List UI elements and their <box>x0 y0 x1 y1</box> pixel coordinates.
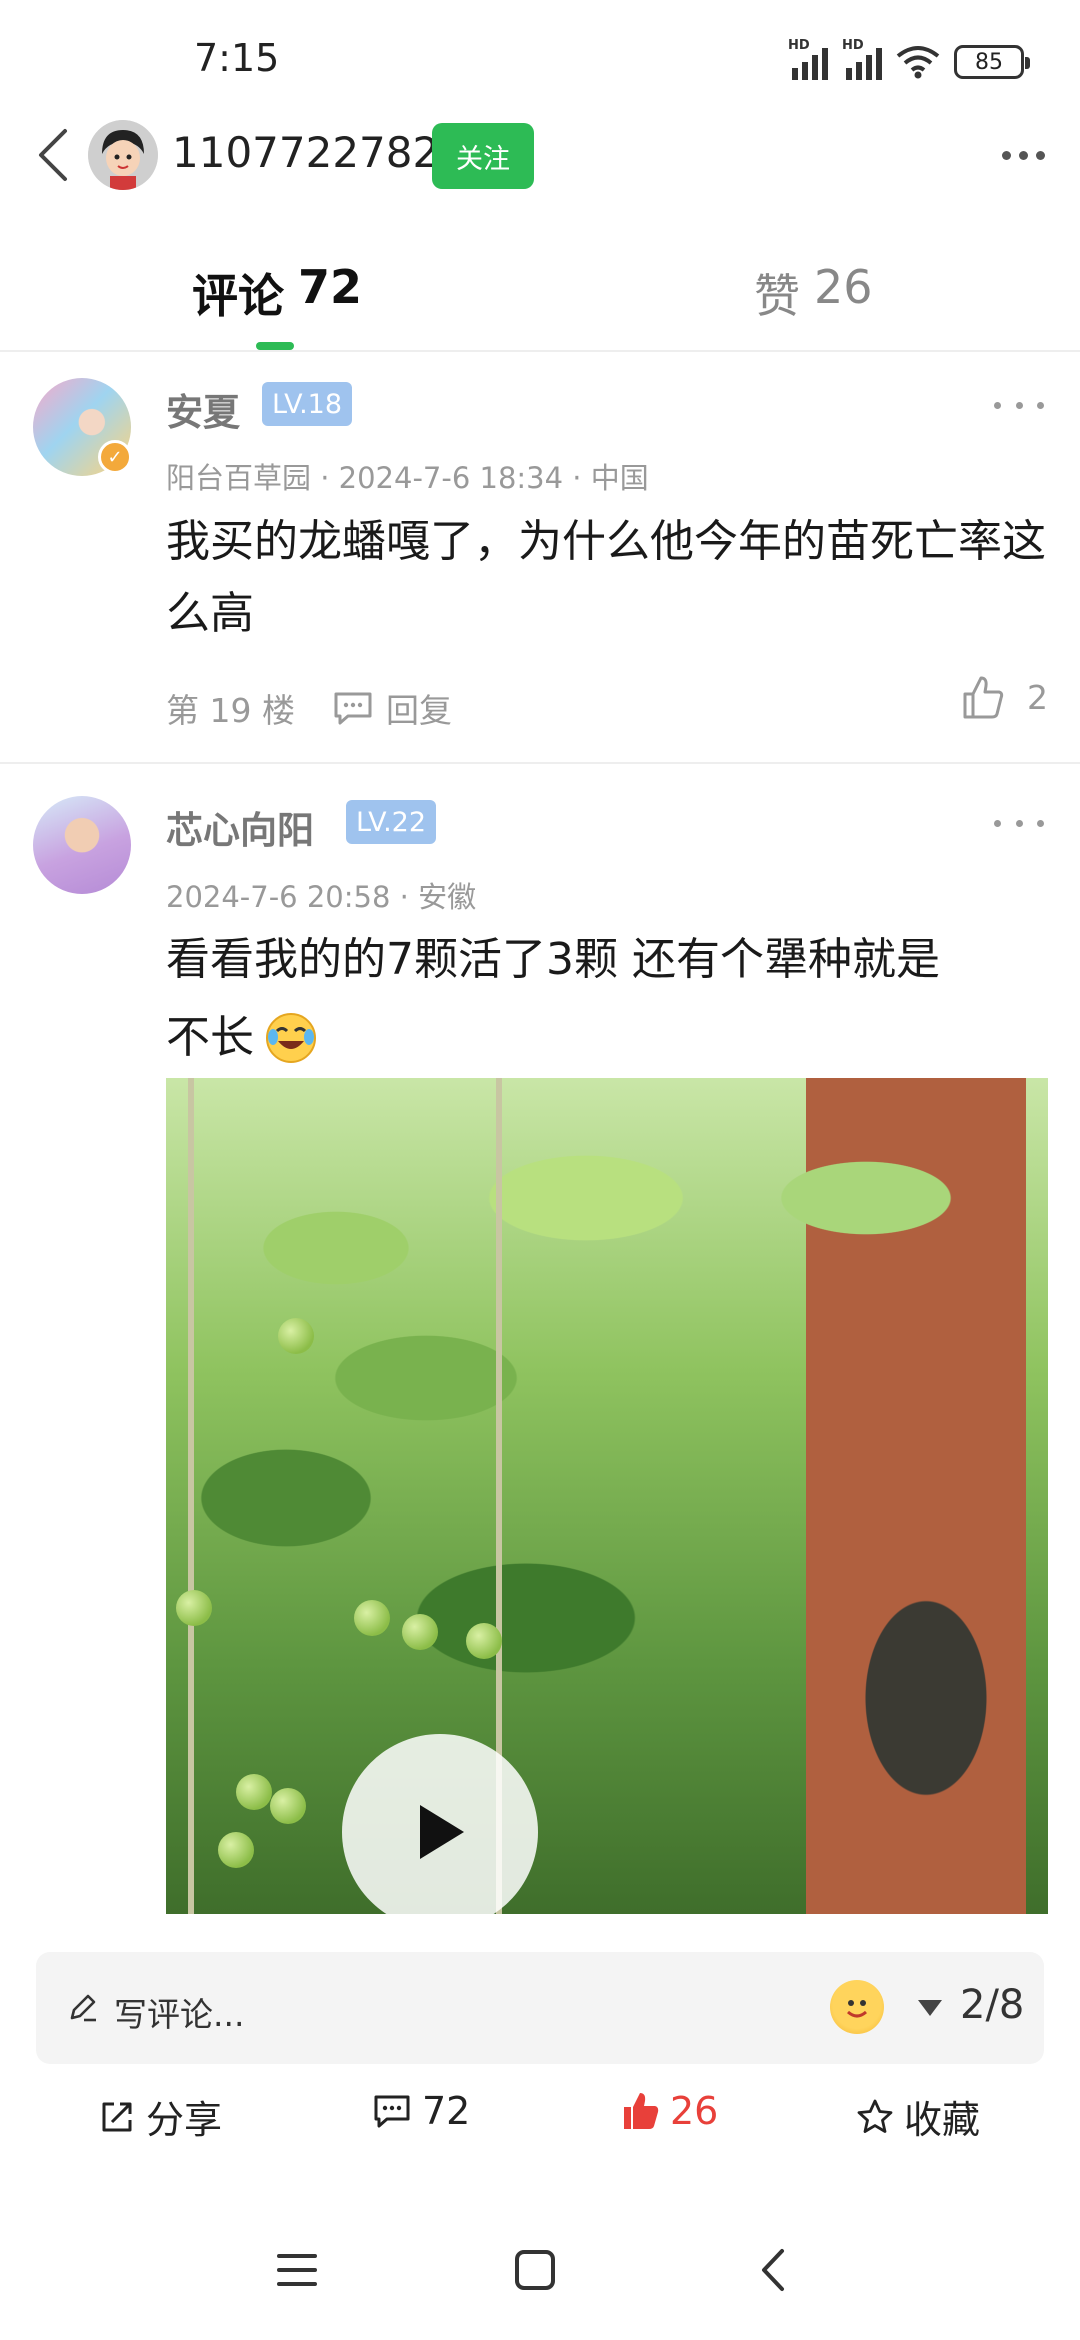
dot-icon <box>1015 819 1023 827</box>
battery-level: 85 <box>975 49 1003 75</box>
reply-icon <box>334 692 372 725</box>
comment-meta: 2024-7-6 20:58 · 安徽 <box>166 880 477 914</box>
fruit <box>402 1614 438 1650</box>
battery-icon: 85 <box>954 45 1030 79</box>
tab-comments-label: 评论 <box>192 269 284 323</box>
fruit <box>236 1774 272 1810</box>
commenter-name[interactable]: 安夏 <box>166 382 240 436</box>
write-comment-placeholder: 写评论... <box>114 1995 245 2034</box>
dot-icon <box>994 819 1001 827</box>
tab-comments[interactable]: 评论 72 <box>192 260 362 326</box>
user-avatar[interactable] <box>88 120 158 190</box>
comment-meta: 阳台百草园 · 2024-7-6 18:34 · 中国 <box>166 461 649 495</box>
commenter-name[interactable]: 芯心向阳 <box>166 800 314 854</box>
tab-bar: 评论 72 赞 26 <box>0 250 1080 352</box>
dot-icon <box>1035 150 1045 160</box>
comment-divider <box>0 762 1080 764</box>
favorite-button[interactable]: 收藏 <box>856 2089 980 2144</box>
share-label: 分享 <box>146 2098 223 2142</box>
wifi-icon <box>896 46 940 79</box>
comment-like-button[interactable]: 2 <box>961 674 1048 720</box>
comments-button[interactable]: 72 <box>372 2089 470 2133</box>
hd-label: HD <box>842 38 864 53</box>
dot-icon <box>1037 819 1044 827</box>
level-badge: LV.22 <box>346 800 437 844</box>
share-button[interactable]: 分享 <box>98 2089 222 2144</box>
status-bar: 7:15 HD HD 85 <box>0 0 1080 120</box>
square-home-icon <box>515 2250 555 2290</box>
dot-icon <box>1015 401 1023 409</box>
video-thumbnail[interactable] <box>166 1078 1048 1914</box>
system-nav-bar <box>0 2220 1080 2320</box>
fruit <box>354 1600 390 1636</box>
thumbs-up-filled-icon <box>624 2093 659 2129</box>
tab-likes-label: 赞 <box>754 269 800 323</box>
comment-text-line2-text: 不长 <box>166 1012 254 1063</box>
commenter-avatar[interactable] <box>33 796 131 894</box>
chevron-left-icon <box>762 2249 784 2291</box>
comment-text-line2: 不长 <box>166 1002 1046 1074</box>
page-indicator[interactable]: 2/8 <box>960 1982 1024 2028</box>
username[interactable]: 1107722782 <box>172 128 439 177</box>
laugh-cry-emoji-icon <box>266 1013 316 1063</box>
comment-count: 72 <box>422 2089 471 2133</box>
nav-back-button[interactable] <box>738 2240 808 2300</box>
nav-menu-button[interactable] <box>262 2240 332 2300</box>
comment-more-button[interactable] <box>994 390 1044 420</box>
fruit <box>278 1318 314 1354</box>
dot-icon <box>1001 150 1011 160</box>
tab-comments-count: 72 <box>298 260 363 314</box>
pencil-icon <box>70 1994 96 2022</box>
header: 1107722782 关注 <box>0 120 1080 270</box>
follow-button[interactable]: 关注 <box>432 123 534 189</box>
fruit <box>466 1623 502 1659</box>
status-time: 7:15 <box>194 36 280 80</box>
fruit <box>218 1832 254 1868</box>
like-count: 26 <box>670 2089 719 2133</box>
dot-icon <box>994 401 1001 409</box>
signal-icon: HD <box>842 38 882 80</box>
reply-button[interactable]: 回复 <box>332 684 452 732</box>
fruit <box>270 1788 306 1824</box>
comment-more-button[interactable] <box>994 808 1044 838</box>
bamboo-stake <box>188 1078 194 1914</box>
tab-likes-count: 26 <box>814 260 873 314</box>
comment-like-count: 2 <box>1027 677 1048 717</box>
status-icons: HD HD 85 <box>788 38 1030 84</box>
reply-label: 回复 <box>386 691 452 730</box>
comment-text-line1: 看看我的的7颗活了3颗 还有个犟种就是 <box>166 934 940 985</box>
emoji-button[interactable] <box>830 1980 884 2034</box>
share-icon <box>102 2102 132 2131</box>
menu-icon <box>277 2254 317 2286</box>
comment-text: 我买的龙蟠嘎了，为什么他今年的苗死亡率这么高 <box>166 516 1046 639</box>
cartoon-avatar-icon <box>88 120 158 190</box>
thumbs-up-icon <box>963 676 1004 719</box>
star-icon <box>857 2099 893 2133</box>
level-badge: LV.18 <box>262 382 353 426</box>
action-bar: 分享 72 26 收藏 <box>0 2089 1080 2169</box>
play-icon <box>420 1805 464 1859</box>
more-options-button[interactable] <box>988 130 1058 180</box>
triangle-down-icon[interactable] <box>918 2000 942 2016</box>
nav-home-button[interactable] <box>500 2240 570 2300</box>
floor-number: 第 19 楼 <box>166 691 295 730</box>
hd-label: HD <box>788 38 810 53</box>
play-button[interactable] <box>342 1734 538 1930</box>
smile-emoji-icon <box>847 2000 867 2018</box>
chevron-left-icon <box>39 129 67 181</box>
write-comment-input[interactable]: 写评论... 2/8 <box>36 1952 1044 2064</box>
favorite-label: 收藏 <box>904 2098 981 2142</box>
signal-icon: HD <box>788 38 828 80</box>
back-button[interactable] <box>18 120 88 190</box>
comment-icon <box>374 2095 410 2128</box>
verified-badge-icon: ✓ <box>98 440 132 474</box>
tab-likes[interactable]: 赞 26 <box>754 260 873 326</box>
tab-active-indicator <box>256 342 294 350</box>
like-button[interactable]: 26 <box>622 2089 718 2133</box>
fruit <box>176 1590 212 1626</box>
dot-icon <box>1018 150 1028 160</box>
dot-icon <box>1037 401 1044 409</box>
